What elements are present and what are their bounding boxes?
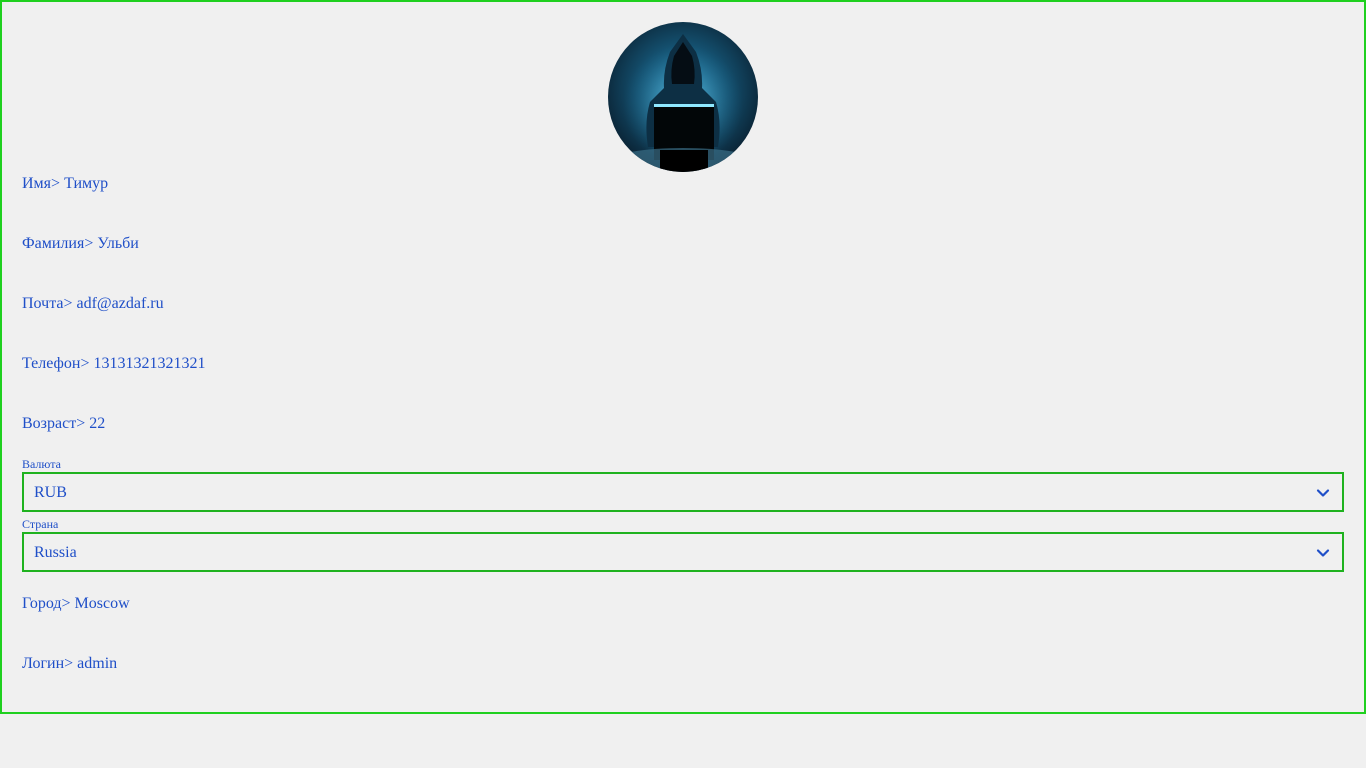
email-value: adf@azdaf.ru <box>76 295 164 312</box>
phone-label: Телефон> <box>22 355 90 372</box>
age-label: Возраст> <box>22 415 86 432</box>
chevron-down-icon <box>1316 489 1330 497</box>
last-name-value: Ульби <box>97 235 139 252</box>
hacker-avatar-icon <box>608 22 758 172</box>
login-row: Логин> admin <box>22 654 117 674</box>
profile-card: Имя> Тимур Фамилия> Ульби Почта> adf@azd… <box>0 0 1366 714</box>
city-label: Город> <box>22 595 71 612</box>
avatar <box>608 22 758 172</box>
last-name-label: Фамилия> <box>22 235 94 252</box>
phone-value: 13131321321321 <box>93 355 206 372</box>
currency-select[interactable]: RUB <box>22 472 1344 512</box>
city-row: Город> Moscow <box>22 594 130 614</box>
email-row: Почта> adf@azdaf.ru <box>22 294 164 314</box>
email-label: Почта> <box>22 295 73 312</box>
country-value: Russia <box>34 544 77 561</box>
phone-row: Телефон> 13131321321321 <box>22 354 206 374</box>
country-label: Страна <box>22 517 59 531</box>
login-value: admin <box>77 655 118 672</box>
age-value: 22 <box>89 415 106 432</box>
chevron-down-icon <box>1316 549 1330 557</box>
city-value: Moscow <box>74 595 130 612</box>
currency-label: Валюта <box>22 457 61 471</box>
age-row: Возраст> 22 <box>22 414 105 434</box>
currency-value: RUB <box>34 484 67 501</box>
last-name-row: Фамилия> Ульби <box>22 234 139 254</box>
country-select[interactable]: Russia <box>22 532 1344 572</box>
login-label: Логин> <box>22 655 74 672</box>
first-name-value: Тимур <box>64 175 109 192</box>
first-name-label: Имя> <box>22 175 61 192</box>
first-name-row: Имя> Тимур <box>22 174 108 194</box>
